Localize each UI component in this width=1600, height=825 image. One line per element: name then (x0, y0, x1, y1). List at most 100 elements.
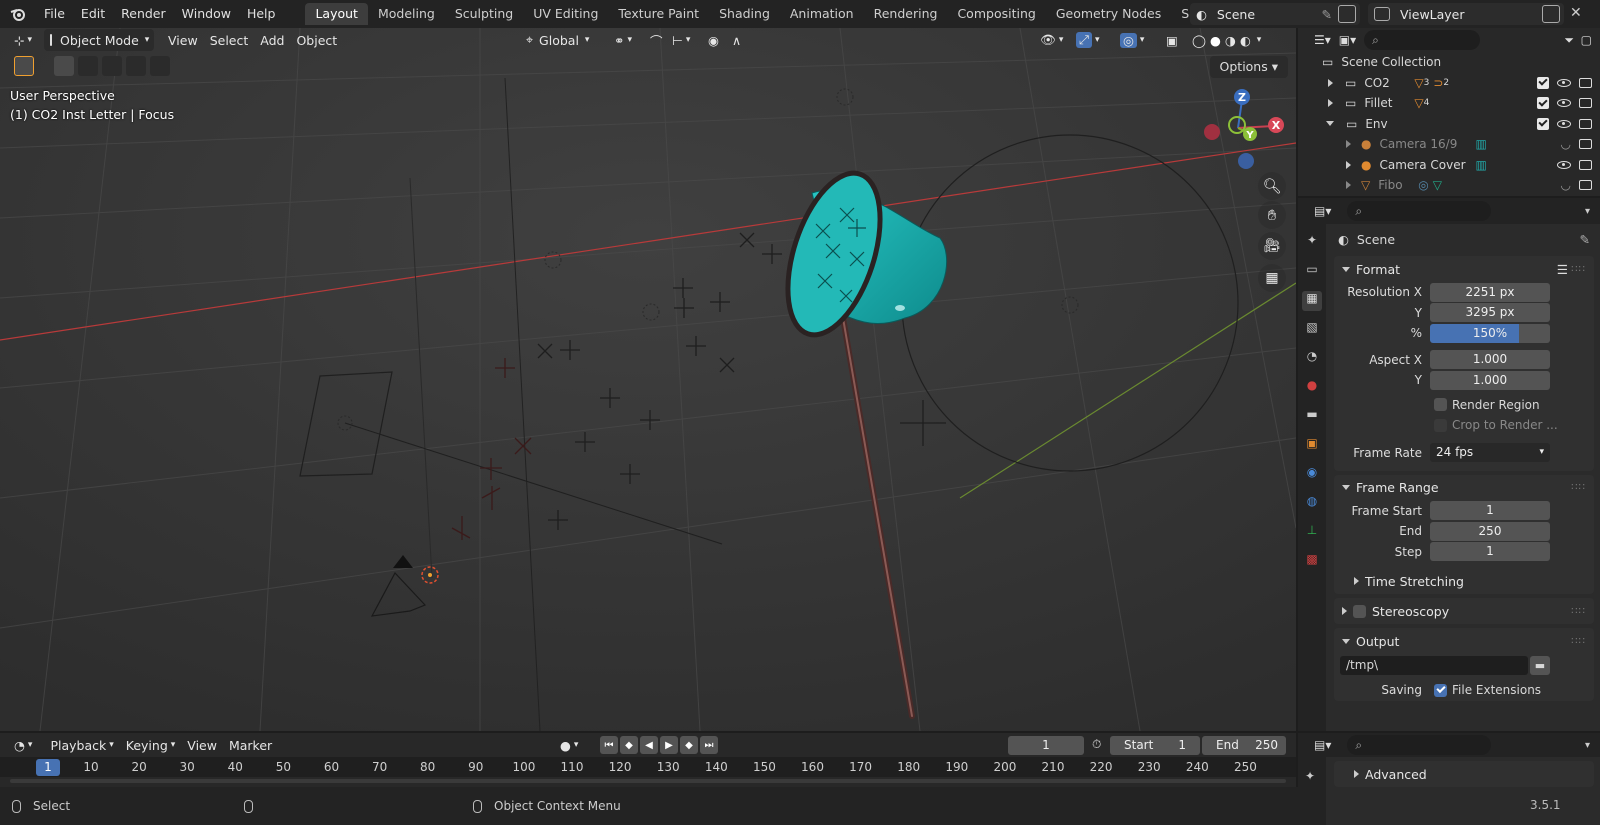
next-keyframe-icon[interactable]: ◆ (680, 736, 698, 754)
output-panel-header[interactable]: Output ∷∷ (1334, 628, 1594, 654)
pivot-point-button[interactable]: ⚭ ▾ (608, 29, 638, 51)
visibility-eye-icon[interactable] (1557, 99, 1571, 108)
properties-search-input[interactable]: ⌕ (1347, 201, 1492, 221)
visibility-eye-icon[interactable] (1557, 78, 1571, 87)
close-view-layer-icon[interactable]: ✕ (1570, 5, 1582, 21)
visibility-button[interactable]: 👁 ▾ (1034, 29, 1069, 51)
timeline-scrollbar[interactable] (10, 779, 1286, 783)
tool-tab-icon[interactable]: ✦ (1302, 233, 1322, 253)
stereoscopy-panel-header[interactable]: Stereoscopy ∷∷ (1334, 598, 1594, 624)
resolution-y-field[interactable]: 3295 px (1430, 303, 1550, 323)
outliner-row-co2[interactable]: ▭ CO2 ▽ 3 ⊃ 2 (1298, 73, 1600, 94)
physics-tab-icon[interactable]: ◍ (1302, 494, 1322, 514)
render-camera-icon[interactable] (1579, 180, 1592, 191)
visibility-eye-icon[interactable] (1557, 160, 1571, 169)
expand-arrow-icon[interactable] (1328, 78, 1333, 87)
new-collection-icon[interactable]: ▢ (1581, 33, 1592, 47)
menu-view[interactable]: View (162, 29, 204, 51)
frame-range-panel-header[interactable]: Frame Range ∷∷ (1334, 475, 1594, 501)
file-extensions-checkbox[interactable] (1434, 683, 1447, 697)
tool-tab-icon[interactable]: ✦ (1305, 769, 1319, 783)
output-tab-icon[interactable]: ▦ (1302, 291, 1322, 311)
perspective-toggle-icon[interactable]: ▦ (1258, 264, 1286, 292)
tab-rendering[interactable]: Rendering (864, 3, 948, 25)
gizmo-toggle[interactable]: ⤢ ▾ (1070, 29, 1106, 51)
options-button[interactable]: Options ▾ (1209, 56, 1288, 78)
render-region-checkbox[interactable] (1434, 398, 1447, 412)
select-difference-icon[interactable] (126, 56, 146, 76)
pin-icon[interactable]: ✎ (1580, 232, 1590, 247)
solid-shading-icon[interactable]: ● (1210, 33, 1221, 48)
render-camera-icon[interactable] (1579, 77, 1592, 88)
stereoscopy-checkbox[interactable] (1353, 604, 1366, 618)
outliner-row-fibo[interactable]: ▽ Fibo ◎ ▽ ◡ (1298, 175, 1600, 196)
menu-select[interactable]: Select (204, 29, 255, 51)
folder-icon[interactable]: ▬ (1530, 655, 1550, 675)
menu-window[interactable]: Window (174, 0, 239, 28)
frame-start-field[interactable]: 1 (1430, 501, 1550, 521)
output-path-input[interactable]: /tmp\ (1340, 655, 1528, 675)
texture-tab-icon[interactable]: ▩ (1302, 552, 1322, 572)
menu-file[interactable]: File (36, 0, 73, 28)
start-frame-field[interactable]: Start 1 (1110, 736, 1200, 755)
tweak-tool-icon[interactable] (14, 56, 34, 76)
object-tab-icon[interactable]: ▣ (1302, 436, 1322, 456)
snap-toggle[interactable]: ⌒ (644, 29, 669, 51)
proportional-edit-toggle[interactable]: ◉ (702, 29, 725, 51)
filter-icon[interactable]: ⏷ (1564, 33, 1574, 48)
crop-checkbox[interactable] (1434, 418, 1447, 432)
zoom-icon[interactable]: 🔍︎ (1258, 172, 1286, 200)
exclude-checkbox[interactable] (1537, 97, 1549, 110)
drag-grip-icon[interactable]: ∷∷ (1571, 636, 1586, 647)
wireframe-shading-icon[interactable]: ◯ (1192, 33, 1206, 48)
tab-compositing[interactable]: Compositing (947, 3, 1045, 25)
select-subtract-icon[interactable] (102, 56, 122, 76)
scene-tab-icon[interactable]: ◔ (1302, 349, 1322, 369)
navigation-gizmo[interactable]: Z X Y (1200, 86, 1290, 176)
camera-view-icon[interactable]: 🎥︎ (1258, 232, 1286, 260)
resolution-percent-slider[interactable]: 150% (1430, 323, 1550, 343)
secondary-search-input[interactable]: ⌕ (1347, 735, 1492, 755)
blender-logo-icon[interactable] (0, 0, 36, 28)
properties-options-icon[interactable]: ▾ (1585, 740, 1590, 751)
expand-arrow-icon[interactable] (1346, 181, 1351, 190)
tab-modeling[interactable]: Modeling (368, 3, 445, 25)
outliner-search-input[interactable]: ⌕ (1364, 30, 1481, 50)
new-scene-icon[interactable] (1338, 5, 1356, 23)
end-frame-field[interactable]: End 250 (1202, 736, 1286, 755)
outliner-row-fillet[interactable]: ▭ Fillet ▽ 4 (1298, 93, 1600, 114)
falloff-button[interactable]: ∧ (726, 29, 747, 51)
xray-toggle[interactable]: ▣ (1160, 29, 1184, 51)
format-panel-header[interactable]: Format ☰ ∷∷ (1334, 256, 1594, 282)
outliner-scene-collection[interactable]: ▭ Scene Collection (1298, 52, 1600, 73)
aspect-x-field[interactable]: 1.000 (1430, 350, 1550, 370)
tab-layout[interactable]: Layout (305, 3, 368, 25)
menu-keying[interactable]: Keying ▾ (120, 734, 182, 756)
pin-icon[interactable]: ✎ (1322, 7, 1332, 22)
outliner-row-camera-16-9[interactable]: ● Camera 16/9 ▥ ◡ (1298, 134, 1600, 155)
current-frame-indicator[interactable]: 1 (36, 759, 60, 776)
tab-shading[interactable]: Shading (709, 3, 780, 25)
menu-timeline-view[interactable]: View (181, 734, 223, 756)
overlays-toggle[interactable]: ◎ ▾ (1114, 29, 1150, 51)
new-view-layer-icon[interactable] (1542, 5, 1560, 23)
scene-selector[interactable]: ◐ Scene ✎ (1190, 3, 1360, 25)
rendered-shading-icon[interactable]: ◐ (1240, 33, 1251, 48)
menu-edit[interactable]: Edit (73, 0, 113, 28)
properties-editor-icon[interactable]: ▤▾ (1314, 204, 1331, 218)
editor-type-button[interactable]: ⊹ ▾ (8, 29, 38, 51)
drag-grip-icon[interactable]: ∷∷ (1571, 482, 1586, 493)
play-reverse-icon[interactable]: ◀ (640, 736, 658, 754)
select-intersect-icon[interactable] (150, 56, 170, 76)
3d-viewport[interactable]: ⊹ ▾ Object Mode ▾ View Select Add Object … (0, 28, 1296, 731)
render-camera-icon[interactable] (1579, 118, 1592, 129)
render-tab-icon[interactable]: ▭ (1302, 262, 1322, 282)
mode-selector[interactable]: Object Mode ▾ (44, 29, 155, 51)
presets-list-icon[interactable]: ☰ (1557, 262, 1568, 277)
stopwatch-icon[interactable]: ⏱ (1092, 737, 1101, 752)
menu-playback[interactable]: Playback ▾ (44, 734, 119, 756)
expand-arrow-icon[interactable] (1346, 160, 1351, 169)
menu-object[interactable]: Object (290, 29, 343, 51)
tab-texture-paint[interactable]: Texture Paint (608, 3, 709, 25)
frame-end-field[interactable]: 250 (1430, 521, 1550, 541)
